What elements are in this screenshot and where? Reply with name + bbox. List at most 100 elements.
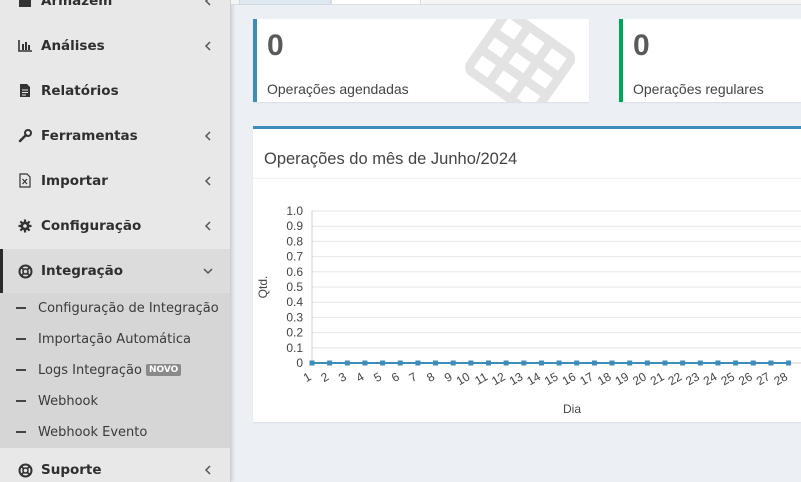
data-point bbox=[609, 360, 615, 366]
y-tick-label: 0.4 bbox=[286, 295, 303, 309]
x-axis-label: Dia bbox=[563, 402, 581, 416]
sidebar-item-suporte[interactable]: Suporte bbox=[0, 448, 230, 482]
y-tick-label: 1.0 bbox=[286, 204, 303, 218]
x-tick-label: 9 bbox=[442, 369, 455, 385]
dash-icon bbox=[16, 307, 26, 309]
data-point bbox=[468, 360, 474, 366]
data-point bbox=[309, 360, 315, 366]
sidebar-item-analises[interactable]: Análises bbox=[0, 23, 230, 68]
sidebar-item-configuracao[interactable]: Configuração bbox=[0, 203, 230, 248]
chevron-left-icon bbox=[202, 130, 214, 142]
bar-chart-icon bbox=[17, 38, 33, 54]
stat-box-regular: 0 Operações regulares bbox=[619, 19, 801, 102]
chevron-left-icon bbox=[202, 175, 214, 187]
data-point bbox=[768, 360, 774, 366]
x-tick-label: 26 bbox=[736, 369, 755, 388]
x-tick-label: 21 bbox=[648, 369, 667, 388]
y-tick-label: 0.9 bbox=[286, 219, 303, 233]
dash-icon bbox=[16, 369, 26, 371]
x-tick-label: 27 bbox=[754, 369, 773, 388]
submenu-item-webhook-evento[interactable]: Webhook Evento bbox=[0, 417, 230, 447]
data-point bbox=[521, 360, 527, 366]
x-tick-label: 8 bbox=[424, 369, 437, 385]
dash-icon bbox=[16, 400, 26, 402]
data-point bbox=[697, 360, 703, 366]
data-point bbox=[397, 360, 403, 366]
y-axis-label: Qtd. bbox=[256, 276, 270, 299]
tab[interactable] bbox=[331, 0, 421, 5]
dash-icon bbox=[16, 338, 26, 340]
tab-active[interactable] bbox=[239, 0, 331, 5]
submenu-item-logs-integracao[interactable]: Logs Integração NOVO bbox=[0, 355, 230, 385]
submenu-item-label: Logs Integração bbox=[38, 362, 142, 378]
stat-box-scheduled: 0 Operações agendadas bbox=[253, 19, 589, 102]
sidebar-item-label: Relatórios bbox=[41, 82, 119, 99]
submenu-item-label: Importação Automática bbox=[38, 331, 191, 347]
tab-strip bbox=[231, 0, 801, 5]
lifebuoy-icon bbox=[17, 263, 33, 279]
y-tick-label: 0.6 bbox=[286, 265, 303, 279]
x-tick-label: 11 bbox=[472, 369, 490, 388]
stat-accent-bar bbox=[253, 19, 257, 102]
x-tick-label: 5 bbox=[371, 369, 384, 385]
submenu-item-label-wrap: Logs Integração NOVO bbox=[38, 362, 182, 378]
y-tick-label: 0.3 bbox=[286, 310, 303, 324]
chevron-left-icon bbox=[202, 0, 214, 7]
y-tick-label: 0.5 bbox=[286, 280, 303, 294]
data-point bbox=[627, 360, 633, 366]
submenu-item-importacao-automatica[interactable]: Importação Automática bbox=[0, 324, 230, 354]
stat-value: 0 bbox=[267, 29, 284, 62]
x-tick-label: 16 bbox=[560, 369, 579, 388]
x-tick-label: 23 bbox=[683, 369, 702, 388]
x-tick-label: 2 bbox=[318, 369, 331, 385]
line-chart: 00.10.20.30.40.50.60.70.80.91.01 2 3 4 5 6 7 8 9… bbox=[256, 204, 801, 416]
lifebuoy-icon bbox=[17, 462, 33, 478]
y-tick-label: 0.2 bbox=[286, 326, 303, 340]
sidebar-item-label: Importar bbox=[41, 172, 108, 189]
x-tick-label: 3 bbox=[336, 369, 349, 385]
x-tick-label: 18 bbox=[595, 369, 614, 388]
integracao-submenu: Configuração de Integração Importação Au… bbox=[0, 293, 230, 448]
sidebar-item-label: Configuração bbox=[41, 217, 142, 234]
sidebar-item-armazem[interactable]: Armazém bbox=[0, 0, 230, 23]
sidebar-item-label: Integração bbox=[41, 263, 124, 279]
data-point bbox=[327, 360, 333, 366]
new-badge: NOVO bbox=[145, 364, 182, 376]
sidebar-item-label: Suporte bbox=[41, 462, 102, 478]
x-tick-label: 13 bbox=[507, 369, 526, 388]
x-tick-label: 17 bbox=[577, 369, 596, 388]
y-tick-label: 0 bbox=[296, 356, 303, 370]
data-point bbox=[591, 360, 597, 366]
x-tick-label: 19 bbox=[613, 369, 632, 388]
data-point bbox=[538, 360, 544, 366]
data-point bbox=[344, 360, 350, 366]
sidebar-item-importar[interactable]: Importar bbox=[0, 158, 230, 203]
data-point bbox=[380, 360, 386, 366]
submenu-item-configuracao-integracao[interactable]: Configuração de Integração bbox=[0, 293, 230, 323]
x-tick-label: 15 bbox=[542, 369, 561, 388]
sidebar-item-label: Análises bbox=[41, 37, 105, 54]
x-tick-label: 25 bbox=[719, 369, 738, 388]
stat-accent-bar bbox=[619, 19, 623, 102]
dash-icon bbox=[16, 431, 26, 433]
import-file-icon bbox=[17, 173, 33, 189]
calendar-icon bbox=[465, 19, 576, 102]
warehouse-icon bbox=[17, 0, 33, 9]
sidebar-item-integracao[interactable]: Integração bbox=[0, 249, 230, 293]
submenu-item-webhook[interactable]: Webhook bbox=[0, 386, 230, 416]
sidebar: Armazém Análises Relatórios Ferramentas bbox=[0, 0, 231, 482]
data-point bbox=[486, 360, 491, 366]
x-tick-label: 28 bbox=[771, 369, 790, 388]
sidebar-item-ferramentas[interactable]: Ferramentas bbox=[0, 113, 230, 158]
chevron-left-icon bbox=[202, 464, 214, 476]
data-point bbox=[733, 360, 739, 366]
data-point bbox=[503, 360, 509, 366]
x-tick-label: 7 bbox=[407, 369, 420, 385]
stat-caption: Operações agendadas bbox=[267, 81, 409, 97]
y-tick-label: 0.7 bbox=[286, 250, 303, 264]
x-tick-label: 10 bbox=[454, 369, 473, 388]
data-point bbox=[750, 360, 756, 366]
data-point bbox=[644, 360, 650, 366]
sidebar-item-relatorios[interactable]: Relatórios bbox=[0, 68, 230, 113]
data-point bbox=[362, 360, 368, 366]
